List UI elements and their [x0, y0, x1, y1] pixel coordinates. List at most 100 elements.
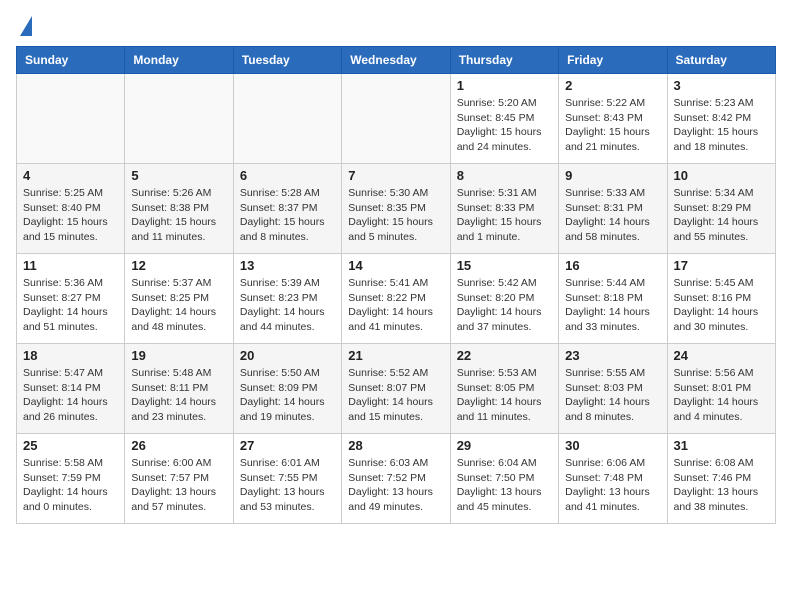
day-number: 20 — [240, 348, 335, 363]
calendar-cell: 6 Sunrise: 5:28 AMSunset: 8:37 PMDaylight… — [233, 164, 341, 254]
day-number: 17 — [674, 258, 769, 273]
calendar-cell: 4 Sunrise: 5:25 AMSunset: 8:40 PMDaylight… — [17, 164, 125, 254]
week-row-1: 1 Sunrise: 5:20 AMSunset: 8:45 PMDaylight… — [17, 74, 776, 164]
calendar-cell: 27 Sunrise: 6:01 AMSunset: 7:55 PMDayligh… — [233, 434, 341, 524]
calendar-cell: 2 Sunrise: 5:22 AMSunset: 8:43 PMDaylight… — [559, 74, 667, 164]
day-info: Sunrise: 5:52 AMSunset: 8:07 PMDaylight:… — [348, 366, 443, 425]
calendar-cell: 7 Sunrise: 5:30 AMSunset: 8:35 PMDaylight… — [342, 164, 450, 254]
weekday-header-wednesday: Wednesday — [342, 47, 450, 74]
calendar-cell: 30 Sunrise: 6:06 AMSunset: 7:48 PMDayligh… — [559, 434, 667, 524]
day-number: 14 — [348, 258, 443, 273]
day-number: 5 — [131, 168, 226, 183]
day-info: Sunrise: 5:22 AMSunset: 8:43 PMDaylight:… — [565, 96, 660, 155]
day-number: 30 — [565, 438, 660, 453]
calendar-cell: 28 Sunrise: 6:03 AMSunset: 7:52 PMDayligh… — [342, 434, 450, 524]
calendar-cell: 25Sunrise: 5:58 AMSunset: 7:59 PMDayligh… — [17, 434, 125, 524]
day-number: 3 — [674, 78, 769, 93]
day-info: Sunrise: 6:00 AMSunset: 7:57 PMDaylight:… — [131, 456, 226, 515]
day-number: 24 — [674, 348, 769, 363]
day-info: Sunrise: 5:44 AMSunset: 8:18 PMDaylight:… — [565, 276, 660, 335]
day-info: Sunrise: 5:34 AMSunset: 8:29 PMDaylight:… — [674, 186, 769, 245]
weekday-header-friday: Friday — [559, 47, 667, 74]
week-row-2: 4 Sunrise: 5:25 AMSunset: 8:40 PMDaylight… — [17, 164, 776, 254]
day-info: Sunrise: 5:31 AMSunset: 8:33 PMDaylight:… — [457, 186, 552, 245]
day-number: 10 — [674, 168, 769, 183]
day-info: Sunrise: 5:30 AMSunset: 8:35 PMDaylight:… — [348, 186, 443, 245]
day-number: 9 — [565, 168, 660, 183]
day-info: Sunrise: 6:01 AMSunset: 7:55 PMDaylight:… — [240, 456, 335, 515]
calendar-header-row: SundayMondayTuesdayWednesdayThursdayFrid… — [17, 47, 776, 74]
day-info: Sunrise: 5:28 AMSunset: 8:37 PMDaylight:… — [240, 186, 335, 245]
calendar-cell: 26 Sunrise: 6:00 AMSunset: 7:57 PMDayligh… — [125, 434, 233, 524]
calendar-cell: 15 Sunrise: 5:42 AMSunset: 8:20 PMDayligh… — [450, 254, 558, 344]
day-info: Sunrise: 5:55 AMSunset: 8:03 PMDaylight:… — [565, 366, 660, 425]
day-info: Sunrise: 5:42 AMSunset: 8:20 PMDaylight:… — [457, 276, 552, 335]
day-number: 26 — [131, 438, 226, 453]
day-number: 12 — [131, 258, 226, 273]
calendar-cell: 18 Sunrise: 5:47 AMSunset: 8:14 PMDayligh… — [17, 344, 125, 434]
day-info: Sunrise: 5:36 AMSunset: 8:27 PMDaylight:… — [23, 276, 118, 335]
day-number: 4 — [23, 168, 118, 183]
calendar-cell: 16 Sunrise: 5:44 AMSunset: 8:18 PMDayligh… — [559, 254, 667, 344]
day-number: 16 — [565, 258, 660, 273]
day-info: Sunrise: 6:03 AMSunset: 7:52 PMDaylight:… — [348, 456, 443, 515]
day-number: 29 — [457, 438, 552, 453]
calendar-cell: 22 Sunrise: 5:53 AMSunset: 8:05 PMDayligh… — [450, 344, 558, 434]
day-number: 18 — [23, 348, 118, 363]
day-number: 8 — [457, 168, 552, 183]
calendar-cell: 21 Sunrise: 5:52 AMSunset: 8:07 PMDayligh… — [342, 344, 450, 434]
day-info: Sunrise: 5:53 AMSunset: 8:05 PMDaylight:… — [457, 366, 552, 425]
calendar-cell: 1 Sunrise: 5:20 AMSunset: 8:45 PMDaylight… — [450, 74, 558, 164]
calendar-cell — [17, 74, 125, 164]
calendar-cell: 24 Sunrise: 5:56 AMSunset: 8:01 PMDayligh… — [667, 344, 775, 434]
calendar-cell: 31 Sunrise: 6:08 AMSunset: 7:46 PMDayligh… — [667, 434, 775, 524]
calendar-cell: 23 Sunrise: 5:55 AMSunset: 8:03 PMDayligh… — [559, 344, 667, 434]
day-info: Sunrise: 6:04 AMSunset: 7:50 PMDaylight:… — [457, 456, 552, 515]
day-info: Sunrise: 6:08 AMSunset: 7:46 PMDaylight:… — [674, 456, 769, 515]
calendar-cell: 5Sunrise: 5:26 AMSunset: 8:38 PMDaylight… — [125, 164, 233, 254]
logo — [16, 16, 32, 38]
calendar-cell: 12 Sunrise: 5:37 AMSunset: 8:25 PMDayligh… — [125, 254, 233, 344]
day-info: Sunrise: 5:47 AMSunset: 8:14 PMDaylight:… — [23, 366, 118, 425]
day-info: Sunrise: 5:37 AMSunset: 8:25 PMDaylight:… — [131, 276, 226, 335]
day-info: Sunrise: 5:25 AMSunset: 8:40 PMDaylight:… — [23, 186, 118, 245]
calendar-cell: 29 Sunrise: 6:04 AMSunset: 7:50 PMDayligh… — [450, 434, 558, 524]
day-info: Sunrise: 5:20 AMSunset: 8:45 PMDaylight:… — [457, 96, 552, 155]
day-info: Sunrise: 5:33 AMSunset: 8:31 PMDaylight:… — [565, 186, 660, 245]
day-info: Sunrise: 5:39 AMSunset: 8:23 PMDaylight:… — [240, 276, 335, 335]
day-number: 13 — [240, 258, 335, 273]
day-number: 11 — [23, 258, 118, 273]
calendar-cell: 17 Sunrise: 5:45 AMSunset: 8:16 PMDayligh… — [667, 254, 775, 344]
day-number: 23 — [565, 348, 660, 363]
calendar-cell: 13 Sunrise: 5:39 AMSunset: 8:23 PMDayligh… — [233, 254, 341, 344]
page-header — [16, 16, 776, 38]
weekday-header-sunday: Sunday — [17, 47, 125, 74]
day-number: 31 — [674, 438, 769, 453]
day-number: 15 — [457, 258, 552, 273]
day-info: Sunrise: 5:45 AMSunset: 8:16 PMDaylight:… — [674, 276, 769, 335]
day-number: 27 — [240, 438, 335, 453]
day-number: 7 — [348, 168, 443, 183]
day-number: 2 — [565, 78, 660, 93]
day-number: 1 — [457, 78, 552, 93]
weekday-header-tuesday: Tuesday — [233, 47, 341, 74]
calendar-cell: 8 Sunrise: 5:31 AMSunset: 8:33 PMDaylight… — [450, 164, 558, 254]
calendar-cell: 20Sunrise: 5:50 AMSunset: 8:09 PMDayligh… — [233, 344, 341, 434]
day-info: Sunrise: 6:06 AMSunset: 7:48 PMDaylight:… — [565, 456, 660, 515]
day-number: 28 — [348, 438, 443, 453]
calendar-cell — [233, 74, 341, 164]
day-number: 22 — [457, 348, 552, 363]
day-info: Sunrise: 5:56 AMSunset: 8:01 PMDaylight:… — [674, 366, 769, 425]
weekday-header-thursday: Thursday — [450, 47, 558, 74]
day-info: Sunrise: 5:48 AMSunset: 8:11 PMDaylight:… — [131, 366, 226, 425]
calendar-cell: 3Sunrise: 5:23 AMSunset: 8:42 PMDaylight… — [667, 74, 775, 164]
calendar-cell: 9 Sunrise: 5:33 AMSunset: 8:31 PMDaylight… — [559, 164, 667, 254]
logo-triangle-icon — [20, 16, 32, 36]
calendar-cell: 14 Sunrise: 5:41 AMSunset: 8:22 PMDayligh… — [342, 254, 450, 344]
calendar-cell: 11 Sunrise: 5:36 AMSunset: 8:27 PMDayligh… — [17, 254, 125, 344]
day-info: Sunrise: 5:41 AMSunset: 8:22 PMDaylight:… — [348, 276, 443, 335]
day-number: 6 — [240, 168, 335, 183]
day-number: 19 — [131, 348, 226, 363]
calendar-table: SundayMondayTuesdayWednesdayThursdayFrid… — [16, 46, 776, 524]
day-number: 21 — [348, 348, 443, 363]
